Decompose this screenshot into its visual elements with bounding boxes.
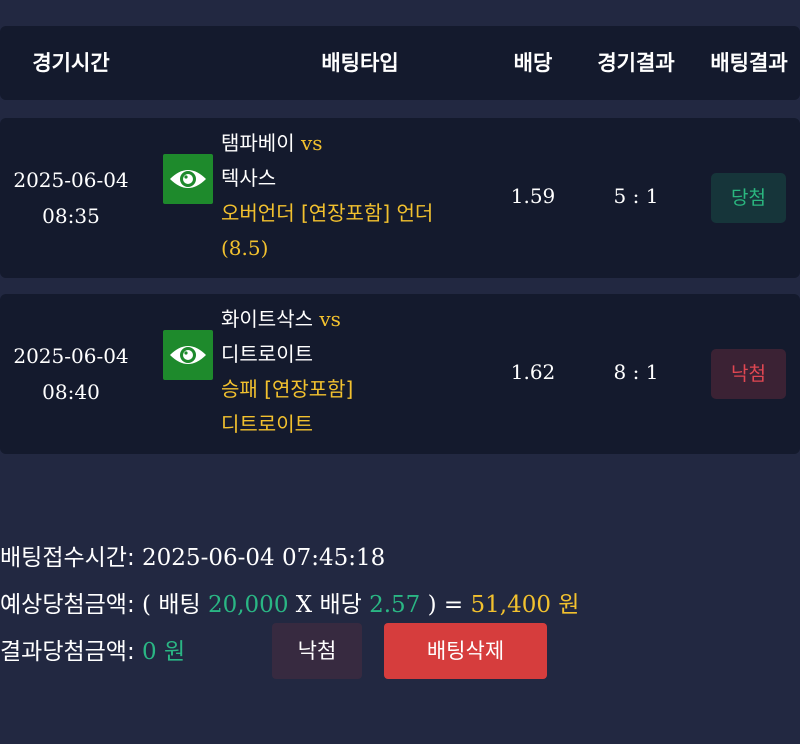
expected-win-line: 예상당첨금액: ( 배팅 20,000 X 배당 2.57 ) = 51,400… <box>0 585 579 619</box>
bet-word: 배팅 <box>158 592 201 618</box>
match-time: 2025-06-04 08:40 <box>0 338 142 410</box>
actual-label: 결과당첨금액: <box>0 639 135 665</box>
receipt-time-line: 배팅접수시간: 2025-06-04 07:45:18 <box>0 538 385 572</box>
vs-label: vs <box>319 307 341 331</box>
vs-label: vs <box>300 131 323 155</box>
delete-bet-button[interactable]: 배팅삭제 <box>384 623 547 679</box>
bet-line: (8.5) <box>221 236 269 260</box>
header-time: 경기시간 <box>32 51 110 75</box>
bet-line: 디트로이트 <box>221 412 313 436</box>
eye-icon <box>170 346 206 364</box>
match-score: 5 : 1 <box>613 184 659 208</box>
bet-amount: 20,000 <box>207 592 289 618</box>
total-odds: 2.57 <box>369 592 421 618</box>
table-row: 2025-06-04 08:40 화이트삭스 vs 디트로이트 승패 [연장포함… <box>0 294 800 454</box>
match-clock: 08:35 <box>42 204 100 228</box>
expected-won: 원 <box>558 592 580 618</box>
view-button[interactable] <box>163 330 213 380</box>
open-paren: ( <box>142 592 152 618</box>
result-badge: 당첨 <box>711 173 786 223</box>
table-row: 2025-06-04 08:35 탬파베이 vs 텍사스 오버언더 [연장포함]… <box>0 118 800 278</box>
times-sign: X <box>295 592 313 618</box>
eye-icon <box>170 170 206 188</box>
odds-word: 배당 <box>319 592 362 618</box>
actual-won: 원 <box>163 639 186 665</box>
bet-selection: 오버언더 [연장포함] 언더 <box>221 201 434 225</box>
away-team: 디트로이트 <box>221 342 313 366</box>
expected-amount: 51,400 <box>470 592 551 618</box>
home-team: 화이트삭스 <box>221 307 313 331</box>
match-date: 2025-06-04 <box>13 344 129 368</box>
bet-selection: 승패 [연장포함] <box>221 377 354 401</box>
odds-value: 1.62 <box>510 360 556 384</box>
lose-button[interactable]: 낙첨 <box>272 623 362 679</box>
away-team: 텍사스 <box>221 166 277 190</box>
receipt-time: 2025-06-04 07:45:18 <box>142 545 386 571</box>
home-team: 탬파베이 <box>221 131 295 155</box>
header-bet-result: 배팅결과 <box>710 51 788 75</box>
bet-info: 화이트삭스 vs 디트로이트 승패 [연장포함] 디트로이트 <box>221 302 491 442</box>
match-clock: 08:40 <box>42 380 100 404</box>
expected-label: 예상당첨금액: <box>0 592 135 618</box>
odds-value: 1.59 <box>510 184 556 208</box>
view-button[interactable] <box>163 154 213 204</box>
table-header: 경기시간 배팅타입 배당 경기결과 배팅결과 <box>0 26 800 100</box>
header-match-result: 경기결과 <box>597 51 675 75</box>
receipt-label: 배팅접수시간: <box>0 545 135 571</box>
match-score: 8 : 1 <box>613 360 659 384</box>
actual-amount: 0 <box>142 639 157 665</box>
actual-win-line: 결과당첨금액: 0 원 <box>0 632 185 666</box>
header-odds: 배당 <box>513 51 553 75</box>
match-date: 2025-06-04 <box>13 168 129 192</box>
bet-info: 탬파베이 vs 텍사스 오버언더 [연장포함] 언더 (8.5) <box>221 126 491 266</box>
match-time: 2025-06-04 08:35 <box>0 162 142 234</box>
result-badge: 낙첨 <box>711 349 786 399</box>
close-equals: ) = <box>427 592 464 618</box>
